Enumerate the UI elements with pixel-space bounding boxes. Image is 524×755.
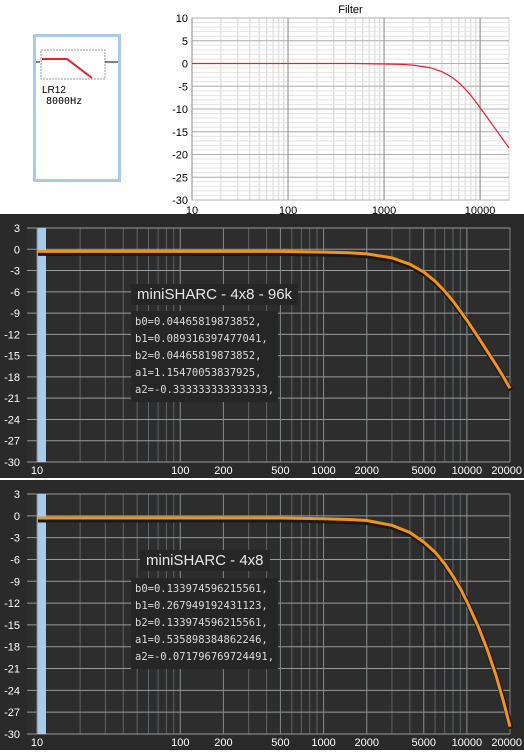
filter-block[interactable]: LR12 8000Hz (33, 34, 121, 182)
x-tick-label: 10 (31, 465, 43, 477)
filter-type-label: LR12 (42, 85, 66, 96)
x-tick-label: 10 (31, 737, 43, 749)
y-tick-label: -6 (10, 554, 20, 566)
y-tick-label: -15 (4, 351, 20, 363)
y-tick-label: -27 (4, 707, 20, 719)
coefficient-a1: a1=0.535898384862246, (135, 634, 268, 646)
coefficient-a2: a2=-0.071796769724491, (135, 651, 275, 663)
x-tick-label: 20000 (491, 737, 522, 749)
x-tick-label: 100 (171, 737, 189, 749)
coefficient-b0: b0=0.04465819873852, (135, 316, 262, 328)
x-tick-label: 2000 (354, 737, 378, 749)
filter-response-chart: 10 5 0 -5 -10 -15 -20 -25 -30 10 100 1000 10000 Filte… (165, 0, 524, 217)
y-tick-label: 10 (176, 13, 188, 25)
y-tick-label: -3 (10, 266, 20, 278)
y-tick-label: -5 (178, 81, 188, 93)
x-tick-label: 2000 (354, 465, 378, 477)
dsp-chart-title: miniSHARC - 4x8 - 96k (131, 284, 299, 305)
dsp-chart-title: miniSHARC - 4x8 (140, 550, 270, 571)
y-tick-label: -15 (4, 620, 20, 632)
coefficient-b2: b2=0.04465819873852, (135, 350, 262, 362)
filter-frequency-label: 8000Hz (46, 96, 83, 107)
dsp-response-panel-96k: 3 0 -3 -6 -9 -12 -15 -18 -21 -24 -27 -30 10 100 200 500… (0, 214, 524, 478)
dsp-response-panel-48k: 3 0 -3 -6 -9 -12 -15 -18 -21 -24 -27 -30 10 100 200 500… (0, 480, 524, 750)
chart-title: Filter (338, 4, 363, 16)
x-tick-label: 200 (214, 737, 232, 749)
x-tick-label: 1000 (311, 465, 335, 477)
x-tick-label: 1000 (311, 737, 335, 749)
y-tick-label: -24 (4, 414, 20, 426)
coefficient-b2: b2=0.133974596215561, (135, 617, 268, 629)
y-tick-label: -21 (4, 393, 20, 405)
y-tick-label: -9 (10, 576, 20, 588)
coefficient-a1: a1=1.15470053837925, (135, 367, 262, 379)
y-tick-label: -27 (4, 436, 20, 448)
x-tick-label: 20000 (491, 465, 522, 477)
x-tick-label: 200 (214, 465, 232, 477)
coefficient-box: b0=0.04465819873852, b1=0.08931639747704… (131, 311, 279, 402)
filter-chart-svg: 1050-5-10-15-20-25-3010 100 1000 10000Filte… (172, 4, 510, 217)
y-tick-label: 3 (14, 223, 20, 235)
y-tick-label: 3 (14, 489, 20, 501)
x-tick-label: 500 (271, 465, 289, 477)
y-tick-label: -30 (4, 457, 20, 469)
y-tick-label: -18 (4, 642, 20, 654)
y-tick-label: -10 (172, 104, 188, 116)
filter-block-graphic (36, 49, 118, 80)
y-tick-label: -24 (4, 685, 20, 697)
x-tick-label: 100 (171, 465, 189, 477)
x-tick-label: 500 (271, 737, 289, 749)
coefficient-b1: b1=0.089316397477041, (135, 333, 268, 345)
highlight-column (37, 228, 46, 462)
highlight-column (37, 494, 46, 734)
coefficient-box: b0=0.133974596215561, b1=0.2679491924311… (131, 578, 279, 669)
y-tick-label: -15 (172, 127, 188, 139)
y-tick-label: -12 (4, 329, 20, 341)
y-tick-label: -30 (4, 729, 20, 741)
y-tick-label: -9 (10, 308, 20, 320)
y-tick-label: 0 (14, 244, 20, 256)
x-tick-label: 10000 (452, 737, 483, 749)
y-tick-label: -6 (10, 287, 20, 299)
y-tick-label: 0 (14, 511, 20, 523)
coefficient-b0: b0=0.133974596215561, (135, 583, 268, 595)
y-tick-label: 0 (182, 59, 188, 71)
coefficient-a2: a2=-0.333333333333333, (135, 384, 275, 396)
y-tick-label: -12 (4, 598, 20, 610)
x-tick-label: 5000 (411, 465, 435, 477)
y-tick-label: -21 (4, 664, 20, 676)
coefficient-b1: b1=0.267949192431123, (135, 600, 268, 612)
y-tick-label: 5 (182, 36, 188, 48)
y-tick-label: -20 (172, 150, 188, 162)
x-tick-label: 10000 (452, 465, 483, 477)
y-tick-label: -18 (4, 372, 20, 384)
x-tick-label: 5000 (411, 737, 435, 749)
y-tick-label: -3 (10, 533, 20, 545)
y-tick-label: -25 (172, 172, 188, 184)
